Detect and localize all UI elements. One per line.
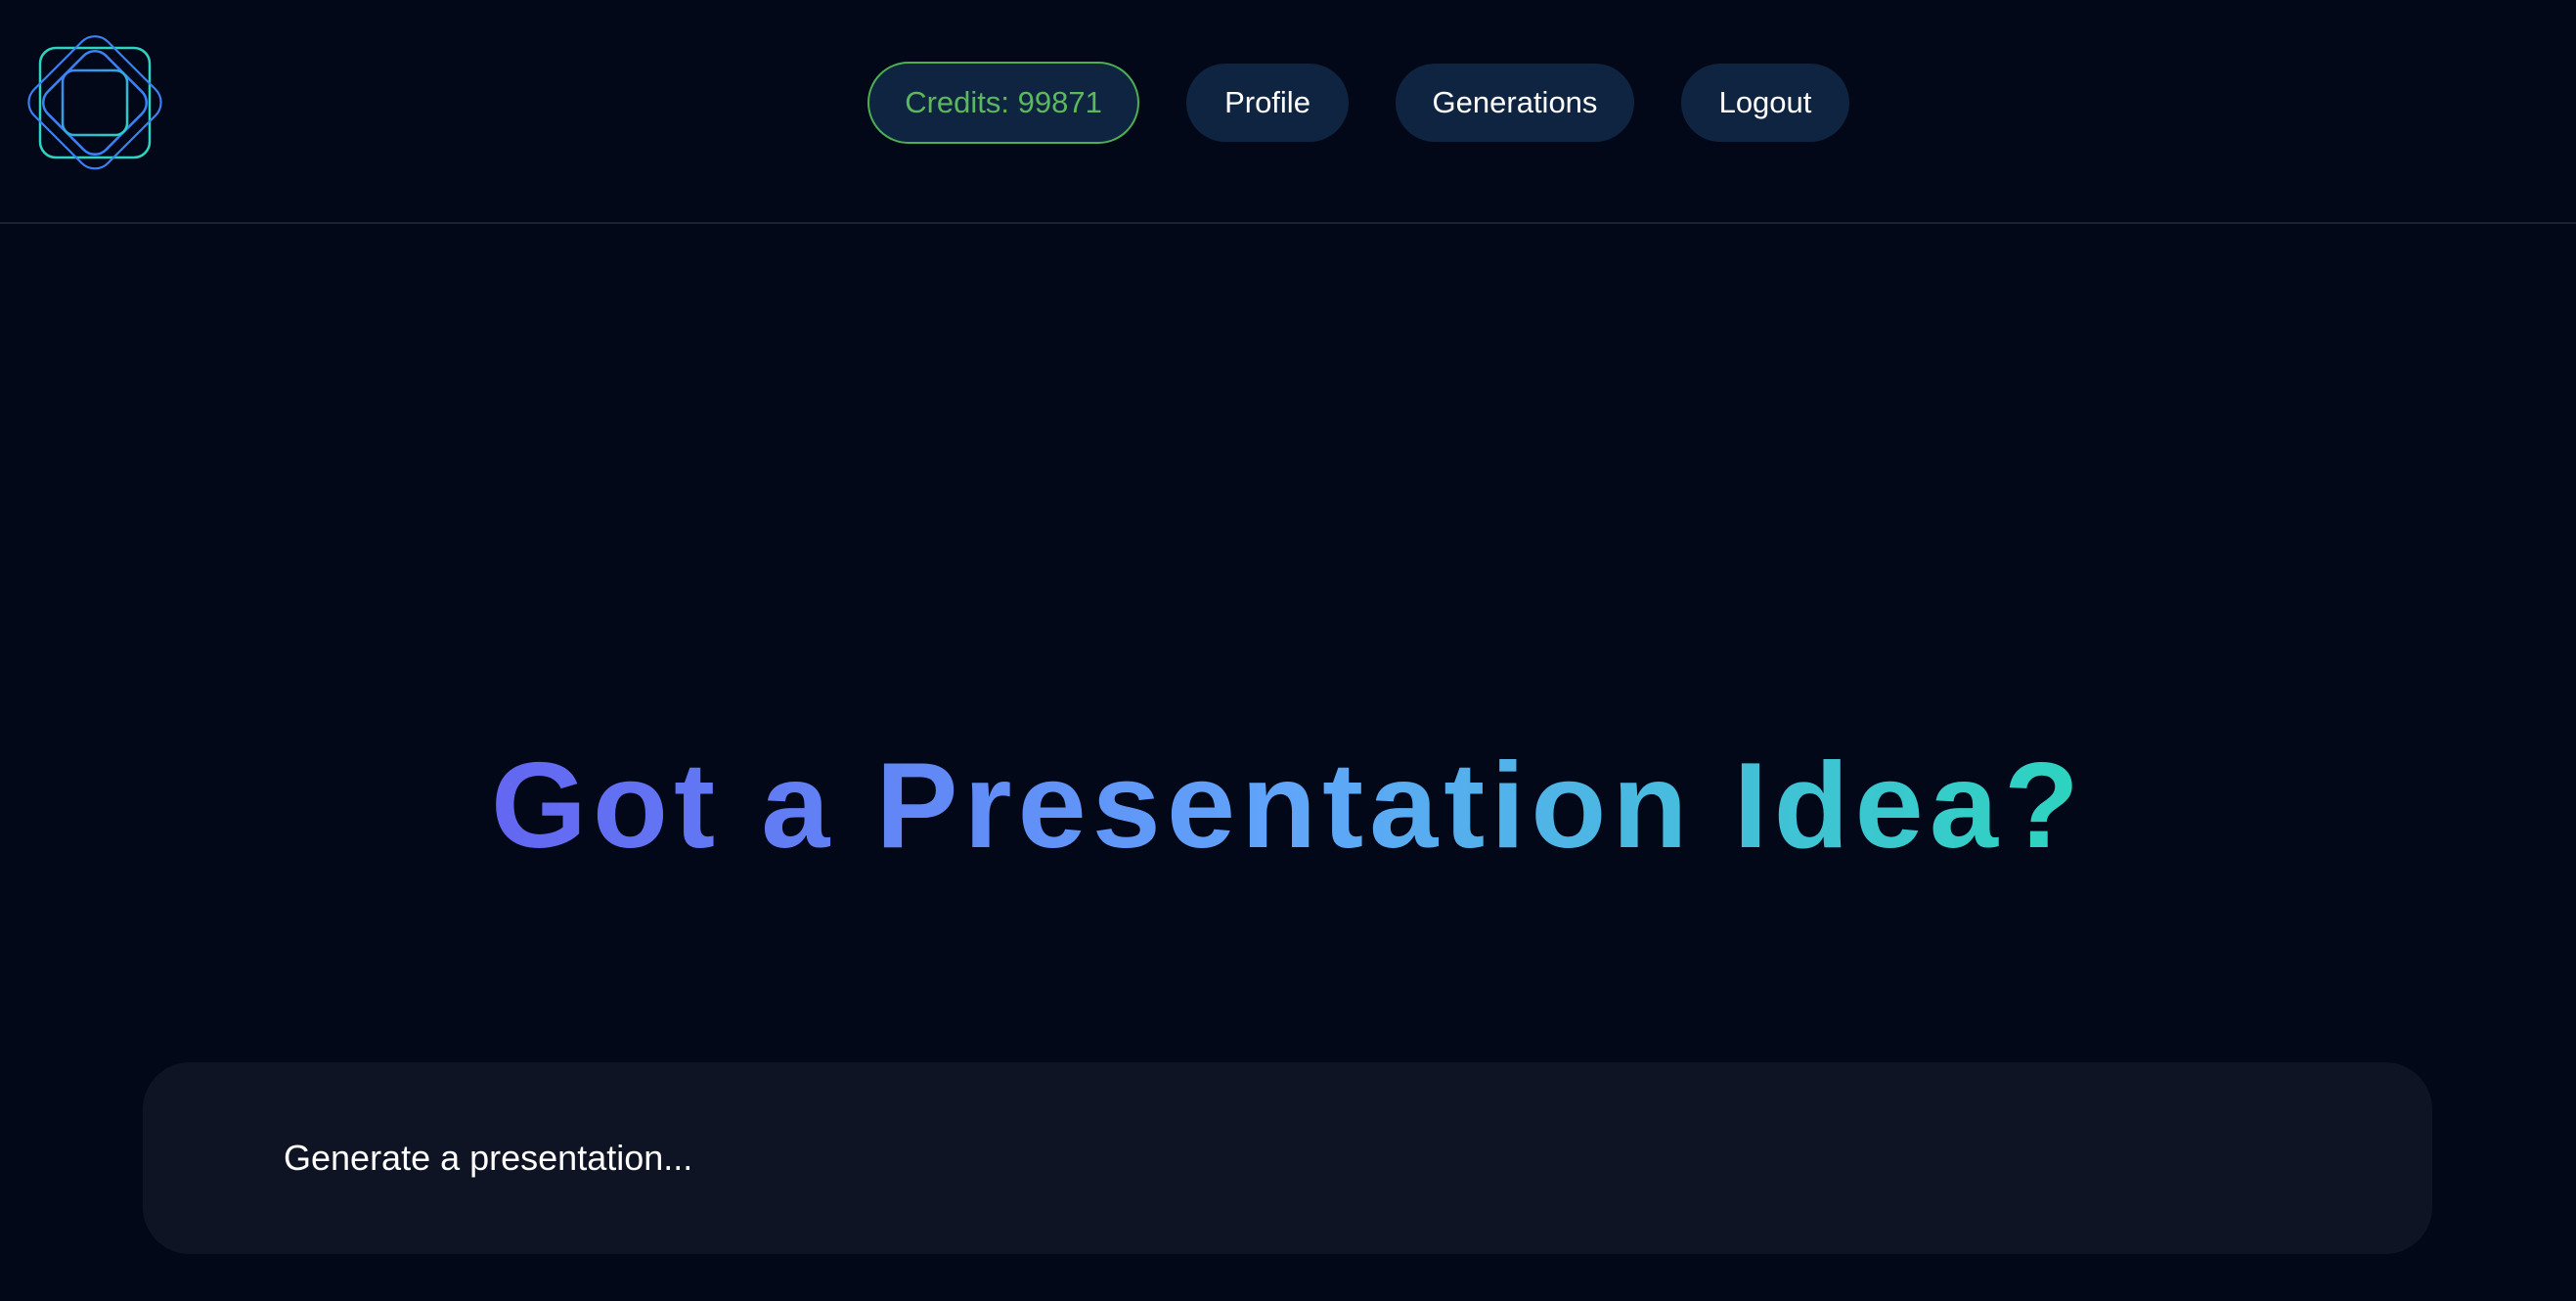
logout-button[interactable]: Logout — [1681, 64, 1849, 142]
profile-button[interactable]: Profile — [1186, 64, 1349, 142]
prompt-box — [143, 1062, 2432, 1254]
hero-title-graphic: Got a Presentation Idea? — [491, 739, 2085, 874]
prompt-input[interactable] — [284, 1121, 2298, 1195]
logo[interactable] — [22, 29, 168, 176]
generations-button[interactable]: Generations — [1396, 64, 1634, 142]
page-title: Got a Presentation Idea? — [491, 739, 2085, 874]
credits-badge[interactable]: Credits: 99871 — [867, 62, 1139, 144]
hero-title-wrapper: Got a Presentation Idea? — [0, 732, 2576, 878]
top-header: Credits: 99871 Profile Generations Logou… — [0, 0, 2576, 224]
diamond-squares-logo-icon — [27, 35, 162, 170]
